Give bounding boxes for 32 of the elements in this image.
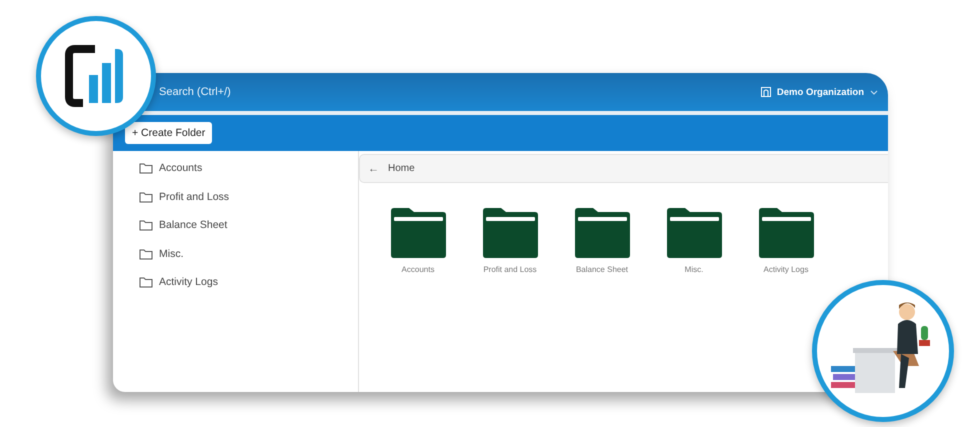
- sidebar-item[interactable]: Balance Sheet: [139, 216, 358, 234]
- create-folder-button[interactable]: + Create Folder: [125, 122, 212, 144]
- folder-icon: [573, 207, 631, 259]
- sidebar-item[interactable]: Accounts: [139, 159, 358, 178]
- folder-icon: [389, 207, 447, 259]
- folder-label[interactable]: Activity Logs: [764, 264, 808, 275]
- sidebar-item-label: Profit and Loss: [159, 190, 230, 203]
- building-icon: [760, 87, 771, 97]
- search-field[interactable]: Search (Ctrl+/): [159, 86, 231, 98]
- sidebar-item-label: Accounts: [159, 162, 202, 174]
- breadcrumb-label: Home: [388, 163, 415, 174]
- folder-icon: [139, 162, 153, 174]
- folder-icon: [757, 207, 815, 259]
- sidebar-item[interactable]: Misc.: [139, 244, 358, 263]
- back-button[interactable]: ←: [368, 162, 379, 174]
- folder-icon: [139, 190, 153, 203]
- sidebar-item[interactable]: Profit and Loss: [139, 188, 358, 206]
- folder-icon: [481, 207, 539, 259]
- folder-icon: [665, 207, 723, 259]
- folder-icon: [139, 276, 153, 288]
- folder-label[interactable]: Profit and Loss: [483, 264, 537, 275]
- sidebar-item-label: Misc.: [159, 248, 184, 260]
- sidebar-item[interactable]: Activity Logs: [139, 273, 358, 292]
- folder-label[interactable]: Misc.: [684, 264, 704, 275]
- folder-label[interactable]: Accounts: [402, 264, 434, 275]
- sidebar-item-label: Activity Logs: [159, 276, 218, 288]
- folder-icon: [139, 219, 153, 232]
- folder-icon: [139, 248, 153, 260]
- sidebar-item-label: Balance Sheet: [159, 219, 228, 232]
- chevron-down-icon: [870, 90, 878, 94]
- folder-label[interactable]: Balance Sheet: [576, 264, 628, 275]
- organization-selector[interactable]: Demo Organization: [760, 86, 878, 98]
